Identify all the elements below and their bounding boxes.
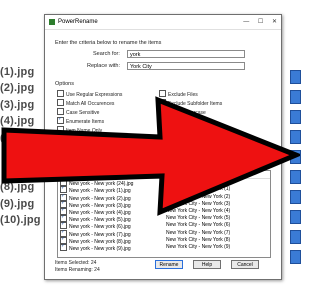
checkbox[interactable] (57, 144, 64, 151)
window-title: PowerRename (58, 19, 98, 25)
preview-header: Original Renamed (58, 171, 270, 180)
preview-list[interactable]: Original Renamed New york - New york (24… (57, 170, 271, 258)
checkbox-checked[interactable] (57, 116, 64, 124)
option-case-sensitive[interactable]: Case Sensitive (57, 108, 99, 117)
option-enumerate-items[interactable]: Enumerate Items (57, 116, 104, 126)
search-input[interactable]: york (127, 50, 245, 58)
image-file-icon[interactable] (290, 150, 301, 164)
powerrename-app-icon (49, 19, 55, 25)
option-exclude-folders[interactable]: Exclude Folders (57, 144, 102, 153)
renamed-column-header[interactable]: Renamed (166, 171, 188, 178)
cancel-button[interactable]: Cancel (231, 260, 259, 269)
checkbox[interactable] (159, 99, 166, 106)
original-column-header[interactable]: Original (69, 173, 86, 179)
option-make-titlecase[interactable]: Make Titlecase (159, 126, 201, 135)
preview-row[interactable]: New york - New york (8).jpgNew York City… (58, 236, 270, 245)
rename-button[interactable]: Rename (155, 260, 183, 269)
preview-row[interactable]: New york - New york (6).jpgNew York City… (58, 221, 270, 230)
checkbox[interactable] (57, 108, 64, 115)
file-name[interactable]: (3).jpg (0, 99, 34, 111)
title-bar[interactable]: PowerRename — ☐ ✕ (45, 15, 281, 30)
minimize-icon[interactable]: — (243, 15, 249, 29)
option-item-extension-only[interactable]: Item Extension Only (57, 135, 111, 144)
background-file-icons (290, 70, 301, 270)
option-make-lowercase[interactable]: Make Lowercase (159, 117, 206, 126)
items-renaming-status: Items Renaming: 24 (55, 267, 100, 273)
powerrename-dialog: PowerRename — ☐ ✕ Enter the criteria bel… (44, 14, 282, 280)
file-name[interactable]: (8).jpg (0, 181, 34, 193)
option-make-uppercase[interactable]: Make Uppercase (159, 108, 206, 117)
image-file-icon[interactable] (290, 230, 301, 244)
options-label: Options (55, 81, 74, 87)
file-name[interactable]: (1).jpg (0, 66, 34, 78)
preview-row[interactable]: New york - New york (3).jpgNew York City… (58, 200, 270, 209)
checkbox[interactable] (57, 90, 64, 97)
option-match-all[interactable]: Match All Occurences (57, 99, 114, 108)
file-name[interactable]: (9).jpg (0, 198, 34, 210)
maximize-icon[interactable]: ☐ (258, 15, 263, 29)
checkbox[interactable] (159, 90, 166, 97)
option-use-regex[interactable]: Use Regular Expressions (57, 90, 122, 99)
preview-row[interactable]: New york - New york (9).jpgNew York City… (58, 243, 270, 252)
image-file-icon[interactable] (290, 130, 301, 144)
image-file-icon[interactable] (290, 170, 301, 184)
image-file-icon[interactable] (290, 190, 301, 204)
image-file-icon[interactable] (290, 250, 301, 264)
preview-row[interactable]: New york - New york (1).jpgNew York City… (58, 185, 270, 194)
close-icon[interactable]: ✕ (272, 15, 277, 29)
option-exclude-subfolder-items[interactable]: Exclude Subfolder Items (159, 99, 222, 108)
preview-row[interactable]: New york - New york (5).jpgNew York City… (58, 214, 270, 223)
instructions-text: Enter the criteria below to rename the i… (55, 40, 162, 46)
replace-input[interactable]: York City (127, 62, 245, 70)
file-name[interactable]: (5).jpg (0, 132, 34, 144)
select-all-checkbox[interactable] (60, 171, 67, 178)
option-item-name-only[interactable]: Item Name Only (57, 126, 102, 135)
image-file-icon[interactable] (290, 90, 301, 104)
image-file-icon[interactable] (290, 70, 301, 84)
file-name[interactable]: (4).jpg (0, 115, 34, 127)
file-name[interactable]: (2).jpg (0, 82, 34, 94)
checkbox[interactable] (159, 108, 166, 115)
row-checkbox[interactable] (60, 243, 67, 251)
checkbox[interactable] (57, 126, 64, 133)
checkbox[interactable] (57, 135, 64, 142)
checkbox[interactable] (159, 126, 166, 133)
checkbox[interactable] (159, 117, 166, 124)
image-file-icon[interactable] (290, 110, 301, 124)
preview-row[interactable]: New york - New york (7).jpgNew York City… (58, 229, 270, 238)
search-label: Search for: (93, 51, 120, 57)
image-file-icon[interactable] (290, 210, 301, 224)
replace-label: Replace with: (87, 63, 121, 69)
preview-row[interactable]: New york - New york (4).jpgNew York City… (58, 207, 270, 216)
preview-row[interactable]: New york - New york (2).jpgNew York City… (58, 193, 270, 202)
items-selected-status: Items Selected: 24 (55, 260, 97, 266)
preview-row[interactable]: New york - New york (24).jpgNew York Cit… (58, 178, 270, 187)
option-exclude-files[interactable]: Exclude Files (159, 90, 198, 99)
help-button[interactable]: Help (193, 260, 221, 269)
file-name[interactable]: (10).jpg (0, 214, 41, 226)
checkbox[interactable] (57, 99, 64, 106)
